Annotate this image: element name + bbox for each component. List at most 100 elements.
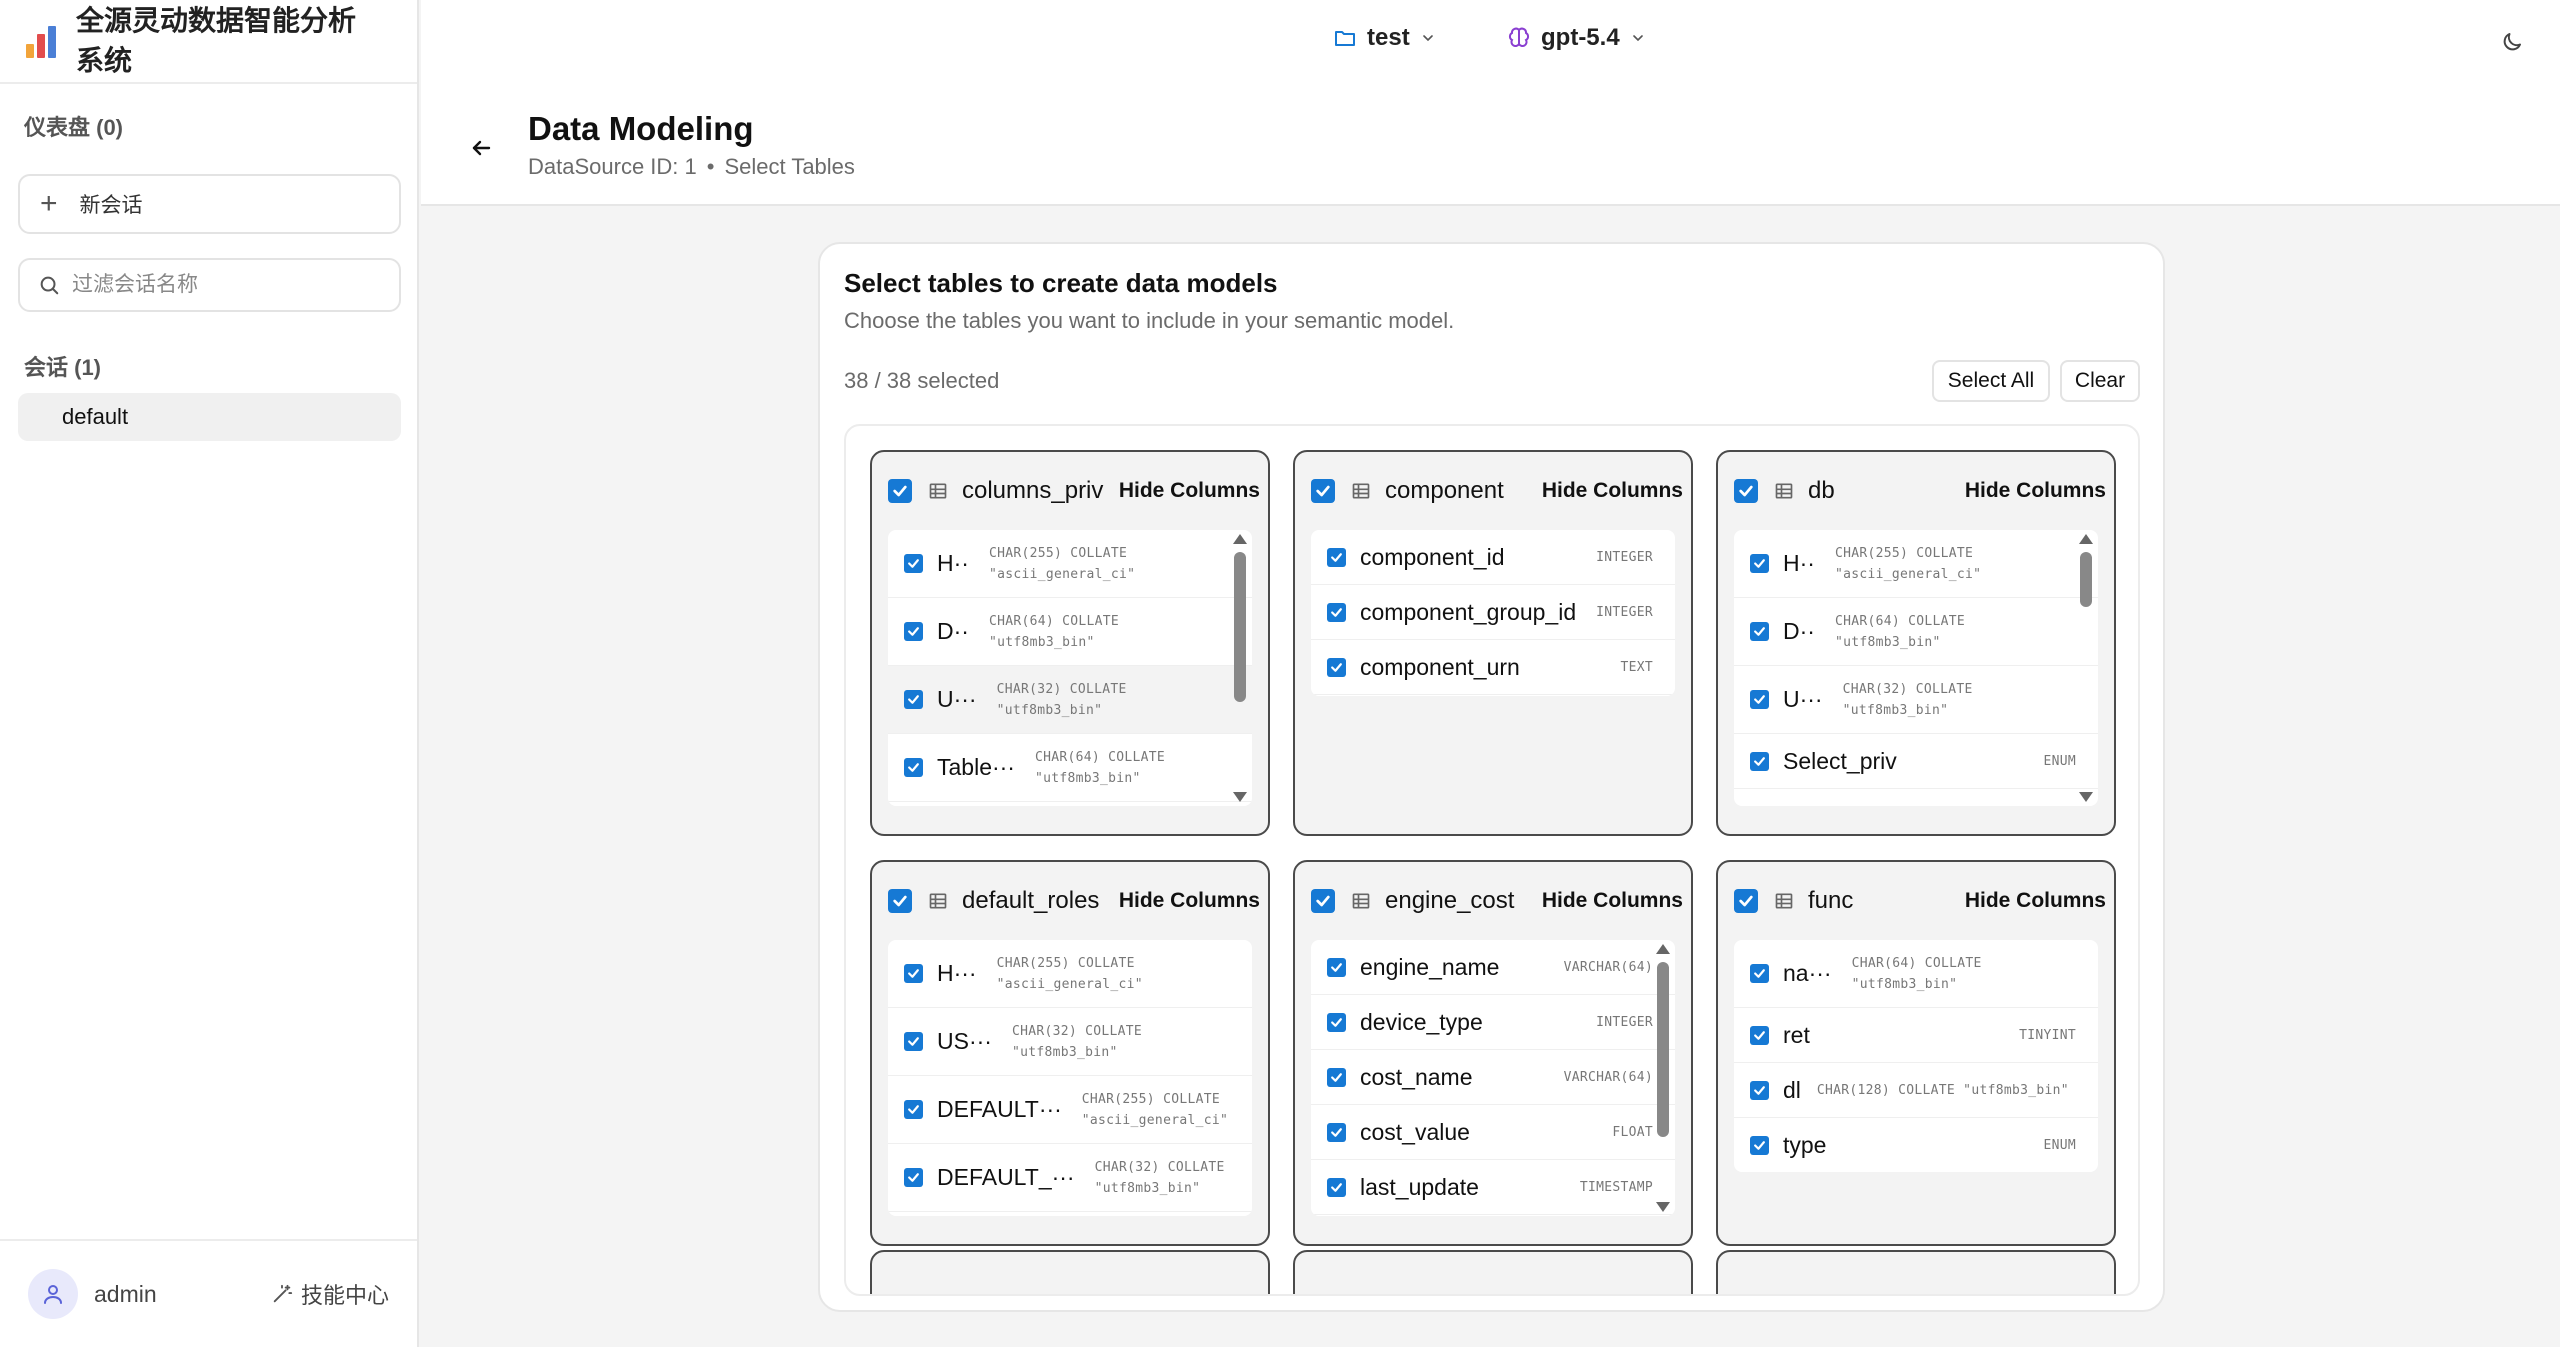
scroll-up-arrow[interactable] — [1233, 534, 1247, 544]
column-row[interactable]: DEFAULT··· CHAR(255) COLLATE "ascii_genera… — [888, 1076, 1252, 1144]
column-checkbox[interactable] — [1327, 1012, 1346, 1032]
columns-list[interactable]: na··· CHAR(64) COLLATE "utf8mb3_bin" ret TIN… — [1734, 940, 2098, 1172]
column-checkbox[interactable] — [1327, 1177, 1346, 1197]
hide-columns-button[interactable]: Hide Columns — [1119, 889, 1260, 913]
column-checkbox[interactable] — [1750, 964, 1769, 983]
table-checkbox[interactable] — [888, 479, 912, 503]
columns-list[interactable]: H·· CHAR(255) COLLATE "ascii_general_ci" D·… — [888, 530, 1252, 806]
hide-columns-button[interactable]: Hide Columns — [1119, 479, 1260, 503]
select-all-button[interactable]: Select All — [1932, 360, 2050, 402]
column-checkbox[interactable] — [904, 758, 923, 777]
new-chat-button[interactable]: + 新会话 — [18, 174, 401, 234]
scroll-thumb[interactable] — [1657, 962, 1669, 1137]
column-row[interactable]: cost_value FLOAT — [1311, 1105, 1675, 1160]
column-checkbox[interactable] — [1327, 957, 1346, 977]
column-checkbox[interactable] — [1750, 1025, 1769, 1045]
column-name: H·· — [937, 550, 969, 576]
table-checkbox[interactable] — [888, 889, 912, 913]
table-card-partial — [1293, 1250, 1693, 1294]
columns-scrollbar[interactable] — [2078, 534, 2094, 802]
column-checkbox[interactable] — [1327, 657, 1346, 677]
column-row[interactable]: DEFAULT_··· CHAR(32) COLLATE "utf8mb3_bin" — [888, 1144, 1252, 1212]
column-checkbox[interactable] — [904, 622, 923, 641]
scroll-thumb[interactable] — [2080, 552, 2092, 607]
column-checkbox[interactable] — [1750, 690, 1769, 709]
column-row[interactable]: ret TINYINT — [1734, 1008, 2098, 1063]
hide-columns-button[interactable]: Hide Columns — [1542, 889, 1683, 913]
model-selector[interactable]: gpt-5.4 — [1507, 24, 1646, 52]
datasource-selector[interactable]: test — [1333, 24, 1436, 52]
column-checkbox[interactable] — [904, 554, 923, 573]
table-name: db — [1808, 477, 1835, 504]
column-checkbox[interactable] — [904, 1032, 923, 1051]
tables-grid[interactable]: columns_priv Hide Columns H·· CHAR(255) COL… — [844, 424, 2140, 1296]
columns-list[interactable]: H··· CHAR(255) COLLATE "ascii_general_ci" U… — [888, 940, 1252, 1216]
scroll-up-arrow[interactable] — [2079, 534, 2093, 544]
chat-filter-input[interactable] — [72, 273, 392, 297]
theme-toggle-button[interactable] — [2500, 30, 2524, 59]
table-checkbox[interactable] — [1734, 479, 1758, 503]
scroll-down-arrow[interactable] — [2079, 792, 2093, 802]
column-row[interactable]: device_type INTEGER — [1311, 995, 1675, 1050]
scroll-thumb[interactable] — [1234, 552, 1246, 702]
column-checkbox[interactable] — [904, 1100, 923, 1119]
column-row[interactable]: D·· CHAR(64) COLLATE "utf8mb3_bin" — [1734, 598, 2098, 666]
chat-item-default[interactable]: default — [18, 393, 401, 441]
back-button[interactable] — [469, 136, 493, 165]
columns-list[interactable]: engine_name VARCHAR(64) device_type INTEGER… — [1311, 940, 1675, 1216]
skill-center-button[interactable]: 技能中心 — [271, 1278, 389, 1310]
column-checkbox[interactable] — [904, 1168, 923, 1187]
column-row[interactable]: US··· CHAR(32) COLLATE "utf8mb3_bin" — [888, 1008, 1252, 1076]
user-name[interactable]: admin — [94, 1281, 157, 1308]
scroll-down-arrow[interactable] — [1233, 792, 1247, 802]
column-row[interactable]: na··· CHAR(64) COLLATE "utf8mb3_bin" — [1734, 940, 2098, 1008]
scroll-down-arrow[interactable] — [1656, 1202, 1670, 1212]
column-checkbox[interactable] — [1750, 554, 1769, 573]
columns-scrollbar[interactable] — [1655, 944, 1671, 1212]
hide-columns-button[interactable]: Hide Columns — [1965, 889, 2106, 913]
hide-columns-button[interactable]: Hide Columns — [1542, 479, 1683, 503]
column-row[interactable]: Select_priv ENUM — [1734, 734, 2098, 789]
column-checkbox[interactable] — [1327, 1122, 1346, 1142]
hide-columns-button[interactable]: Hide Columns — [1965, 479, 2106, 503]
table-checkbox[interactable] — [1311, 889, 1335, 913]
columns-list[interactable]: H·· CHAR(255) COLLATE "ascii_general_ci" D·… — [1734, 530, 2098, 806]
column-row[interactable]: dl CHAR(128) COLLATE "utf8mb3_bin" — [1734, 1063, 2098, 1118]
chat-filter-field[interactable] — [18, 258, 401, 312]
column-row[interactable]: Insert_priv ENUM — [1734, 789, 2098, 807]
column-checkbox[interactable] — [1750, 751, 1769, 771]
column-type: TINYINT — [2019, 1027, 2076, 1043]
avatar[interactable] — [28, 1269, 78, 1319]
column-checkbox[interactable] — [1750, 1080, 1769, 1100]
columns-list[interactable]: component_id INTEGER component_group_id INT… — [1311, 530, 1675, 696]
column-row[interactable]: engine_name VARCHAR(64) — [1311, 940, 1675, 995]
column-checkbox[interactable] — [1327, 547, 1346, 567]
clear-button[interactable]: Clear — [2060, 360, 2140, 402]
dashboard-section-label[interactable]: 仪表盘 (0) — [0, 110, 123, 142]
column-row[interactable]: component_group_id INTEGER — [1311, 585, 1675, 640]
column-row[interactable]: component_id INTEGER — [1311, 530, 1675, 585]
scroll-up-arrow[interactable] — [1656, 944, 1670, 954]
table-card-db: db Hide Columns H·· CHAR(255) COLLATE "ascii… — [1716, 450, 2116, 836]
column-checkbox[interactable] — [1327, 602, 1346, 622]
column-row[interactable]: last_update TIMESTAMP — [1311, 1160, 1675, 1215]
column-row[interactable]: H·· CHAR(255) COLLATE "ascii_general_ci" — [888, 530, 1252, 598]
folder-icon — [1335, 31, 1355, 46]
column-checkbox[interactable] — [904, 690, 923, 709]
column-row[interactable]: U··· CHAR(32) COLLATE "utf8mb3_bin" — [1734, 666, 2098, 734]
column-row[interactable]: D·· CHAR(64) COLLATE "utf8mb3_bin" — [888, 598, 1252, 666]
column-row[interactable]: H··· CHAR(255) COLLATE "ascii_general_ci" — [888, 940, 1252, 1008]
columns-scrollbar[interactable] — [1232, 534, 1248, 802]
column-checkbox[interactable] — [1327, 1067, 1346, 1087]
column-row[interactable]: cost_name VARCHAR(64) — [1311, 1050, 1675, 1105]
table-checkbox[interactable] — [1311, 479, 1335, 503]
column-checkbox[interactable] — [1750, 1135, 1769, 1155]
column-row[interactable]: U··· CHAR(32) COLLATE "utf8mb3_bin" — [888, 666, 1252, 734]
column-checkbox[interactable] — [1750, 622, 1769, 641]
column-row[interactable]: H·· CHAR(255) COLLATE "ascii_general_ci" — [1734, 530, 2098, 598]
table-checkbox[interactable] — [1734, 889, 1758, 913]
column-row[interactable]: component_urn TEXT — [1311, 640, 1675, 695]
column-row[interactable]: type ENUM — [1734, 1118, 2098, 1172]
column-row[interactable]: Table··· CHAR(64) COLLATE "utf8mb3_bin" — [888, 734, 1252, 802]
column-checkbox[interactable] — [904, 964, 923, 983]
